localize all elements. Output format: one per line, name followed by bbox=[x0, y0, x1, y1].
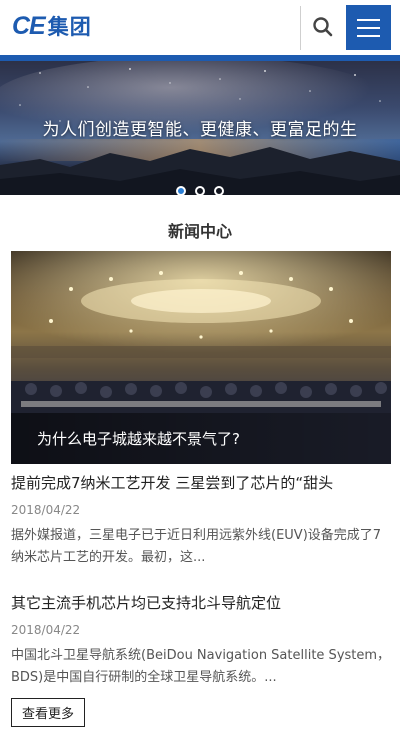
view-more-button[interactable]: 查看更多 bbox=[11, 698, 85, 727]
news-item-date: 2018/04/22 bbox=[11, 503, 81, 517]
carousel-dot-1[interactable] bbox=[176, 186, 186, 196]
news-item[interactable]: 提前完成7纳米工艺开发 三星尝到了芯片的“甜头 2018/04/22 据外媒报道… bbox=[11, 472, 391, 569]
logo-latin: CE bbox=[12, 11, 46, 40]
news-item-description: 中国北斗卫星导航系统(BeiDou Navigation Satellite S… bbox=[11, 648, 391, 685]
feature-caption[interactable]: 为什么电子城越来越不景气了? bbox=[37, 428, 240, 449]
news-item[interactable]: 其它主流手机芯片均已支持北斗导航定位 2018/04/22 中国北斗卫星导航系统… bbox=[11, 592, 391, 689]
header-divider bbox=[300, 6, 301, 50]
carousel-indicators bbox=[176, 186, 224, 196]
menu-button[interactable] bbox=[346, 5, 391, 50]
news-item-date: 2018/04/22 bbox=[11, 623, 81, 637]
news-item-description: 据外媒报道，三星电子已于近日利用远紫外线(EUV)设备完成了7纳米芯片工艺的开发… bbox=[11, 528, 382, 565]
site-logo[interactable]: CE 集团 bbox=[12, 9, 92, 43]
hamburger-menu-icon-line bbox=[357, 34, 380, 37]
section-title: 新闻中心 bbox=[167, 222, 232, 241]
news-item-title[interactable]: 提前完成7纳米工艺开发 三星尝到了芯片的“甜头 bbox=[11, 472, 391, 493]
hamburger-menu-icon-line bbox=[357, 18, 380, 21]
site-header: CE 集团 bbox=[0, 0, 400, 56]
news-item-title[interactable]: 其它主流手机芯片均已支持北斗导航定位 bbox=[11, 592, 391, 613]
carousel-dot-3[interactable] bbox=[214, 186, 224, 196]
logo-chinese: 集团 bbox=[47, 15, 92, 39]
search-button[interactable] bbox=[308, 12, 338, 42]
banner-carousel[interactable]: 为人们创造更智能、更健康、更富足的生 bbox=[0, 61, 400, 195]
carousel-dot-2[interactable] bbox=[195, 186, 205, 196]
banner-slogan: 为人们创造更智能、更健康、更富足的生 bbox=[42, 120, 358, 140]
hamburger-menu-icon-line bbox=[357, 26, 380, 29]
search-icon bbox=[313, 17, 333, 37]
